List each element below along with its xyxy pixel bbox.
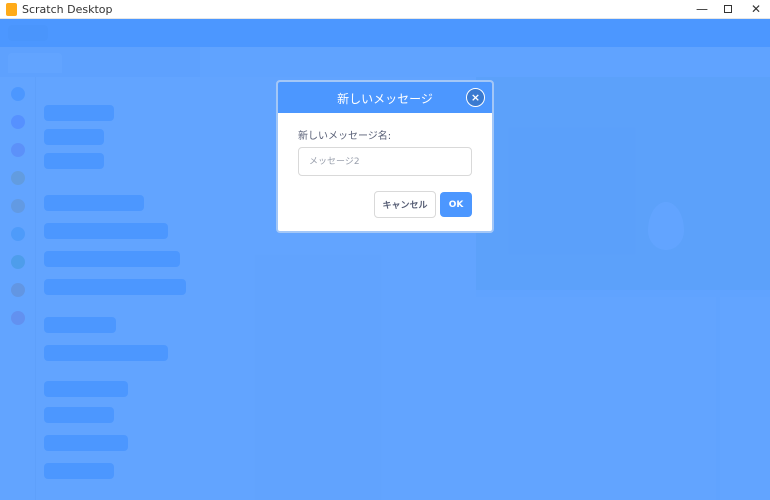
window-close-button[interactable]: ✕: [740, 0, 770, 19]
scratch-app-icon: [6, 3, 17, 16]
close-icon: ×: [470, 91, 481, 104]
dialog-close-button[interactable]: ×: [466, 88, 485, 107]
maximize-icon: [724, 5, 732, 13]
window-titlebar: Scratch Desktop — ✕: [0, 0, 770, 19]
new-message-dialog: 新しいメッセージ × 新しいメッセージ名: キャンセル OK: [276, 80, 494, 233]
ok-button[interactable]: OK: [440, 192, 472, 217]
message-name-label: 新しいメッセージ名:: [298, 131, 392, 142]
dialog-header: 新しいメッセージ ×: [278, 82, 492, 113]
dialog-title: 新しいメッセージ: [337, 92, 433, 106]
cancel-button[interactable]: キャンセル: [374, 191, 436, 218]
window-title: Scratch Desktop: [22, 3, 113, 16]
message-name-input[interactable]: [298, 147, 472, 176]
